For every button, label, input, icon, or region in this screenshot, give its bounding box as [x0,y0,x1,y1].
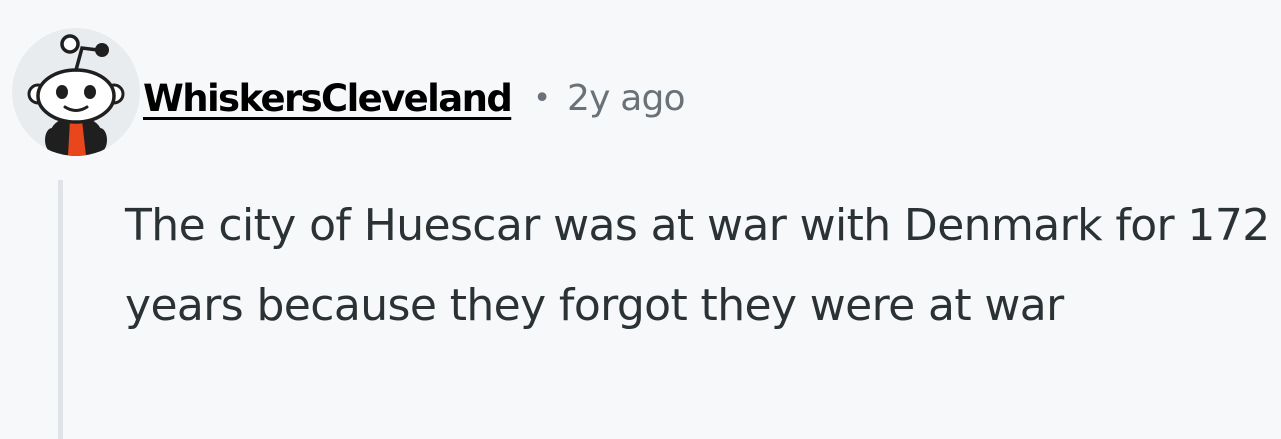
comment-timestamp: 2y ago [566,77,686,119]
thread-collapse-line[interactable] [58,180,63,439]
comment-header: WhiskersCleveland • 2y ago [143,68,686,128]
comment-body: The city of Huescar was at war with Denm… [125,200,1270,331]
user-avatar[interactable] [12,28,140,156]
meta-separator: • [533,80,551,116]
snoo-avatar-icon [12,28,140,156]
username-link[interactable]: WhiskersCleveland [143,77,513,120]
